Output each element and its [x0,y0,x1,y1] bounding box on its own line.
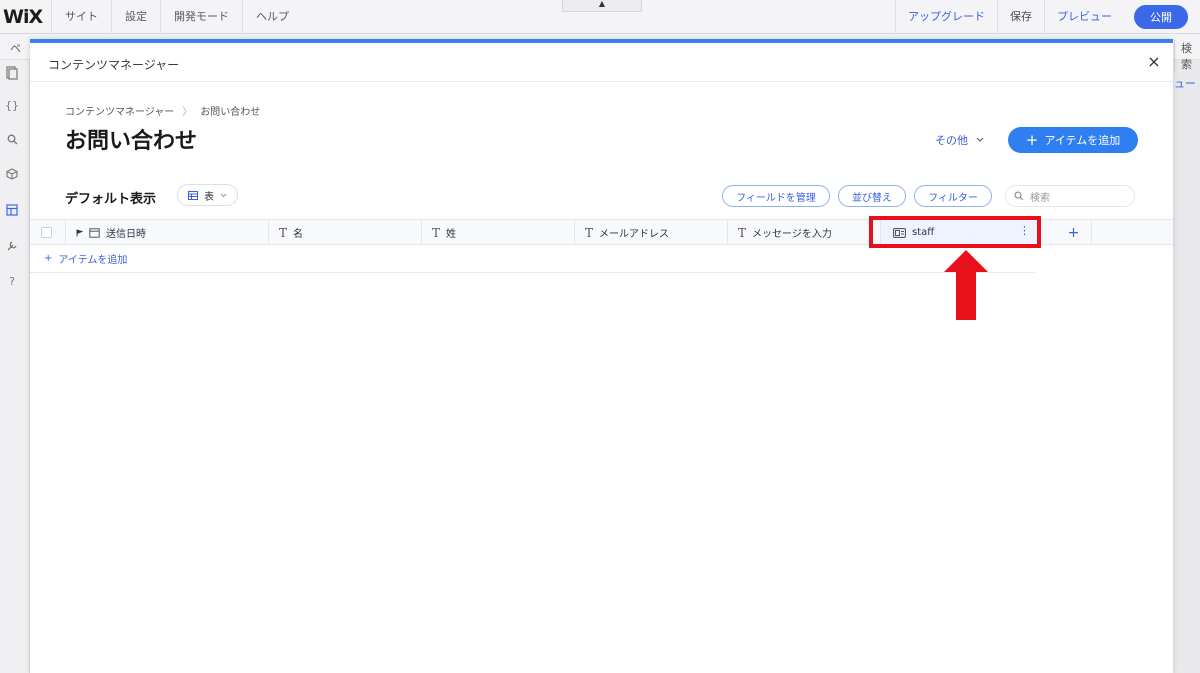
search-icon [1014,191,1024,201]
flag-icon [76,229,83,236]
text-type-icon: T [738,225,747,240]
view-title: デフォルト表示 [65,192,157,207]
plus-icon: + [1025,131,1039,149]
chevron-right-icon: 〉 [182,107,193,118]
add-item-label: アイテムを追加 [1044,134,1121,147]
save-button[interactable]: 保存 [997,0,1044,34]
pages-icon[interactable] [4,66,20,82]
table-view-icon [188,190,198,200]
column-label: 姓 [446,229,457,240]
menu-item-settings[interactable]: 設定 [111,0,160,34]
publish-button[interactable]: 公開 [1134,5,1188,29]
add-item-button[interactable]: + アイテムを追加 [1008,127,1138,153]
editor-left-rail: {} ? [0,60,30,673]
chevron-up-icon: ▲ [598,0,606,8]
sort-button[interactable]: 並び替え [838,185,906,207]
content-manager-modal: コンテンツマネージャー × コンテンツマネージャー 〉 お問い合わせ お問い合わ… [30,39,1173,673]
add-column-button[interactable]: + [1056,220,1092,245]
column-header-email[interactable]: T メールアドレス [575,220,728,245]
database-table-icon[interactable] [4,204,20,220]
modal-header: コンテンツマネージャー × [30,43,1173,82]
menu-item-site[interactable]: サイト [51,0,111,34]
help-question-icon[interactable]: ? [4,274,20,290]
column-header-first-name[interactable]: T 名 [269,220,422,245]
close-icon[interactable]: × [1145,53,1163,71]
chevron-down-icon [976,137,984,142]
page-selector[interactable]: ペ [10,40,21,56]
search-placeholder: 検索 [1030,192,1050,204]
add-row-label: アイテムを追加 [58,255,128,266]
editor-search[interactable]: 検索 [1174,40,1200,72]
tools-icon[interactable] [4,240,20,256]
search-icon[interactable] [4,134,20,150]
plus-icon: + [44,253,53,264]
arrow-up-icon [944,250,988,320]
column-header-last-name[interactable]: T 姓 [422,220,575,245]
wix-logo: WiX [3,5,43,28]
editor-right-link[interactable]: ュー [1174,75,1196,91]
column-label: メールアドレス [599,229,670,240]
text-type-icon: T [432,225,441,240]
editor-topbar: WiX サイト 設定 開発モード ヘルプ ▲ アップグレード 保存 プレビュー … [0,0,1200,34]
select-all-checkbox[interactable] [41,227,52,238]
view-mode-label: 表 [204,191,214,203]
column-label: 名 [293,229,304,240]
column-label: 送信日時 [106,229,146,240]
filter-button[interactable]: フィルター [914,185,992,207]
page-title: お問い合わせ [65,129,198,154]
add-item-row[interactable]: + アイテムを追加 [30,245,1035,273]
preview-button[interactable]: プレビュー [1044,0,1124,34]
view-mode-dropdown[interactable]: 表 [177,184,238,206]
more-actions-dropdown[interactable]: その他 [935,132,984,148]
text-type-icon: T [585,225,594,240]
calendar-icon [89,228,100,238]
search-input[interactable]: 検索 [1005,185,1135,207]
collapse-toolbar-button[interactable]: ▲ [562,0,642,12]
text-type-icon: T [279,225,288,240]
cube-icon[interactable] [4,168,20,184]
chevron-down-icon [220,193,227,197]
breadcrumb-current: お問い合わせ [200,107,261,118]
editor-menu: サイト 設定 開発モード ヘルプ [51,0,302,34]
breadcrumb-root[interactable]: コンテンツマネージャー [65,103,174,118]
code-braces-icon[interactable]: {} [4,98,20,114]
more-actions-label: その他 [935,134,968,147]
select-all-cell [30,220,66,245]
column-label: メッセージを入力 [752,229,832,240]
breadcrumb: コンテンツマネージャー 〉 お問い合わせ [65,103,260,118]
plus-icon: + [1067,224,1080,241]
column-header-message[interactable]: T メッセージを入力 [728,220,881,245]
editor-top-actions: アップグレード 保存 プレビュー 公開 [895,0,1200,34]
menu-item-dev-mode[interactable]: 開発モード [160,0,242,34]
upgrade-link[interactable]: アップグレード [895,0,997,34]
modal-title: コンテンツマネージャー [48,58,180,72]
column-header-submitted-date[interactable]: 送信日時 [66,220,269,245]
menu-item-help[interactable]: ヘルプ [242,0,302,34]
manage-fields-button[interactable]: フィールドを管理 [722,185,830,207]
highlight-box [869,216,1041,248]
